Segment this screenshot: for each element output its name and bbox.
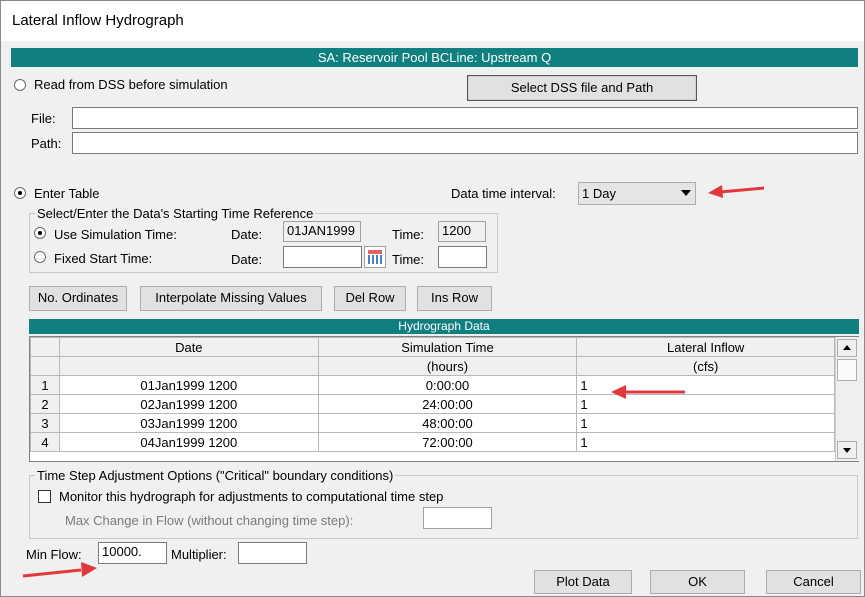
interval-value: 1 Day	[582, 186, 616, 201]
calendar-icon[interactable]	[364, 246, 386, 268]
dialog-window: Lateral Inflow Hydrograph SA: Reservoir …	[0, 0, 865, 597]
unit-lateral-inflow: (cfs)	[576, 356, 835, 376]
interval-label: Data time interval:	[451, 186, 556, 201]
select-dss-button[interactable]: Select DSS file and Path	[467, 75, 697, 101]
sim-time-field: 1200	[438, 221, 486, 242]
monitor-hydrograph-label: Monitor this hydrograph for adjustments …	[59, 489, 444, 504]
interpolate-missing-button[interactable]: Interpolate Missing Values	[140, 286, 322, 311]
sim-time-cell: 48:00:00	[317, 413, 578, 433]
read-dss-radio[interactable]	[14, 79, 26, 91]
sim-time-cell: 72:00:00	[317, 432, 578, 452]
fixed-start-time-radio[interactable]	[34, 251, 46, 263]
cancel-button[interactable]: Cancel	[766, 570, 861, 594]
plot-data-button[interactable]: Plot Data	[534, 570, 632, 594]
scroll-thumb[interactable]	[837, 359, 857, 381]
table-row: 3 03Jan1999 1200 48:00:00 1	[30, 413, 835, 433]
sim-time-cell: 24:00:00	[317, 394, 578, 414]
date-cell: 03Jan1999 1200	[58, 413, 319, 433]
boundary-location-band: SA: Reservoir Pool BCLine: Upstream Q	[11, 48, 858, 67]
enter-table-radio[interactable]	[14, 187, 26, 199]
interval-select[interactable]: 1 Day	[578, 182, 696, 205]
path-input[interactable]	[72, 132, 858, 154]
fixed-date-label: Date:	[231, 252, 263, 267]
flow-cell[interactable]: 1	[576, 432, 835, 452]
use-simulation-time-label: Use Simulation Time:	[54, 227, 177, 242]
column-header-lateral-inflow: Lateral Inflow	[576, 337, 835, 357]
fixed-time-label: Time:	[392, 252, 425, 267]
no-ordinates-button[interactable]: No. Ordinates	[29, 286, 127, 311]
sim-date-label: Date:	[231, 227, 263, 242]
date-cell: 01Jan1999 1200	[58, 375, 319, 395]
multiplier-label: Multiplier:	[171, 547, 227, 562]
hydrograph-table: Date Simulation Time Lateral Inflow (hou…	[29, 336, 859, 462]
min-flow-label: Min Flow:	[26, 547, 82, 562]
annotation-arrow-icon	[708, 185, 765, 198]
read-dss-label: Read from DSS before simulation	[34, 77, 228, 92]
scroll-down-icon[interactable]	[837, 441, 857, 459]
monitor-hydrograph-checkbox[interactable]	[38, 490, 51, 503]
sim-time-label: Time:	[392, 227, 425, 242]
multiplier-input[interactable]	[238, 542, 307, 564]
unit-simulation-time: (hours)	[317, 356, 578, 376]
fixed-start-time-label: Fixed Start Time:	[54, 251, 153, 266]
unit-date	[58, 356, 319, 376]
max-change-input[interactable]	[423, 507, 492, 529]
date-cell: 04Jan1999 1200	[58, 432, 319, 452]
table-title: Hydrograph Data	[29, 319, 859, 334]
table-row: 4 04Jan1999 1200 72:00:00 1	[30, 432, 835, 452]
sim-date-field: 01JAN1999	[283, 221, 361, 242]
sim-time-cell: 0:00:00	[317, 375, 578, 395]
annotation-arrow-icon	[611, 385, 685, 399]
window-title: Lateral Inflow Hydrograph	[12, 12, 184, 29]
enter-table-label: Enter Table	[34, 186, 100, 201]
fixed-time-input[interactable]	[438, 246, 487, 268]
max-change-label: Max Change in Flow (without changing tim…	[65, 513, 354, 528]
annotation-arrow-icon	[22, 562, 97, 578]
row-number: 2	[30, 394, 60, 414]
column-header-simulation-time: Simulation Time	[317, 337, 578, 357]
scroll-up-icon[interactable]	[837, 339, 857, 357]
column-header-date: Date	[58, 337, 319, 357]
ok-button[interactable]: OK	[650, 570, 745, 594]
row-number: 4	[30, 432, 60, 452]
min-flow-input[interactable]: 10000.	[98, 542, 167, 564]
ins-row-button[interactable]: Ins Row	[417, 286, 492, 311]
time-step-legend: Time Step Adjustment Options ("Critical"…	[35, 468, 396, 483]
row-number: 1	[30, 375, 60, 395]
row-number: 3	[30, 413, 60, 433]
date-cell: 02Jan1999 1200	[58, 394, 319, 414]
title-bar: Lateral Inflow Hydrograph	[1, 1, 864, 41]
use-simulation-time-radio[interactable]	[34, 227, 46, 239]
path-label: Path:	[31, 136, 62, 151]
table-row: 2 02Jan1999 1200 24:00:00 1	[30, 394, 835, 414]
table-row: 1 01Jan1999 1200 0:00:00 1	[30, 375, 835, 395]
file-input[interactable]	[72, 107, 858, 129]
fixed-date-input[interactable]	[283, 246, 362, 268]
table-scrollbar[interactable]	[835, 337, 859, 461]
flow-cell[interactable]: 1	[576, 413, 835, 433]
file-label: File:	[31, 111, 56, 126]
start-time-legend: Select/Enter the Data's Starting Time Re…	[35, 206, 316, 221]
chevron-down-icon	[681, 190, 691, 196]
del-row-button[interactable]: Del Row	[334, 286, 406, 311]
